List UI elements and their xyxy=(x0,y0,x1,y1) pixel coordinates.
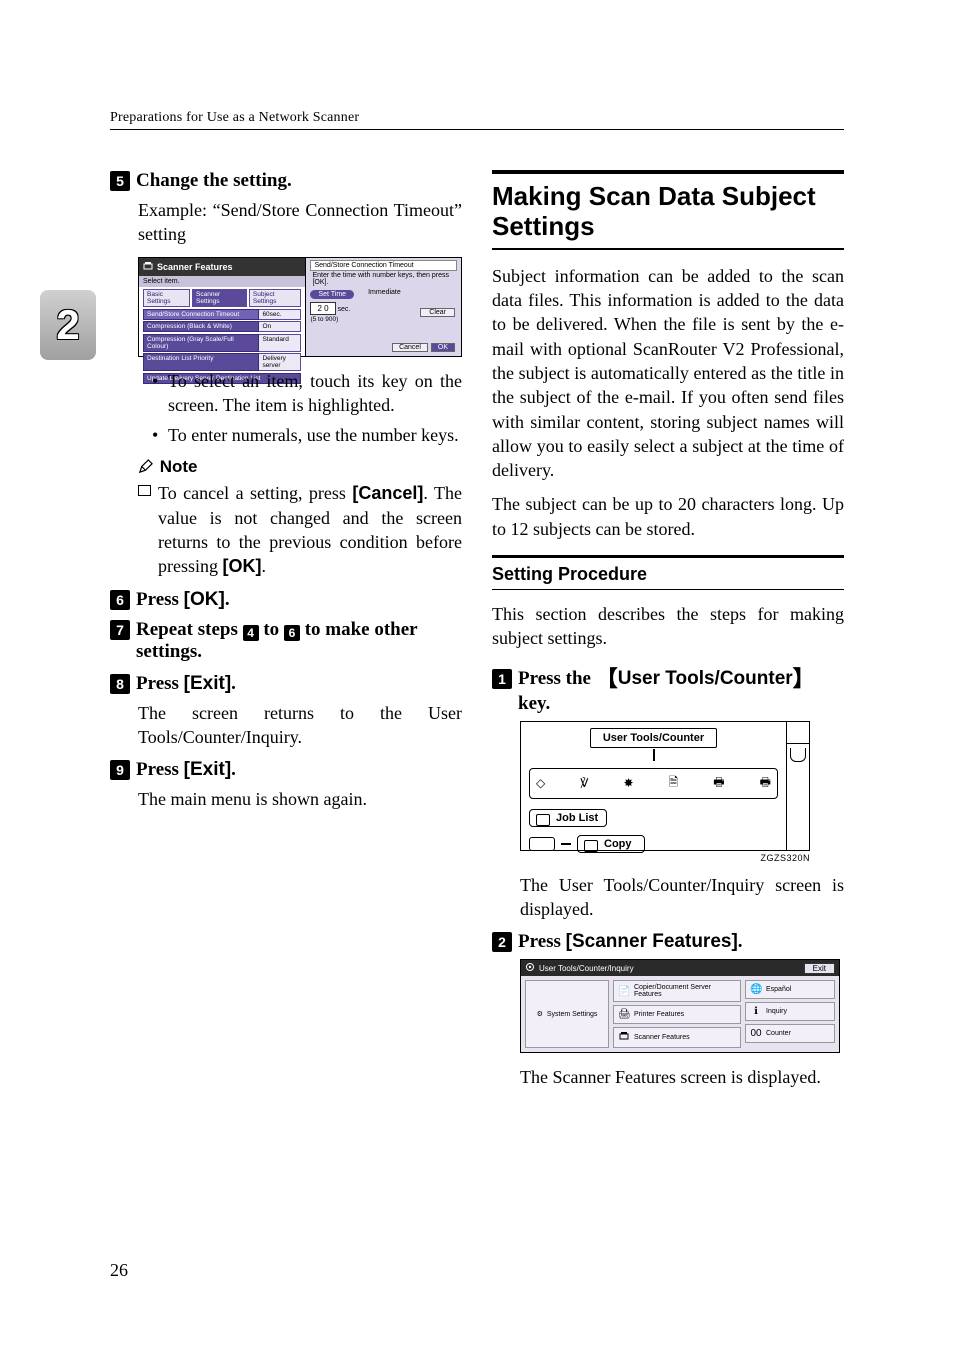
note-cancel: To cancel a setting, press [Cancel]. The… xyxy=(138,481,462,578)
step-7-badge: 7 xyxy=(110,620,130,640)
mode-icons-row: ◇ ℣ ✸ 🗎 🖶 🖶 xyxy=(529,768,778,799)
counter-icon: 00 xyxy=(750,1028,762,1039)
set-time-button[interactable]: Set Time xyxy=(310,290,354,299)
step-1-badge: 1 xyxy=(492,669,512,689)
pencil-icon xyxy=(138,459,153,474)
page-number: 26 xyxy=(110,1260,128,1281)
step-6-title: Press [OK]. xyxy=(136,589,230,611)
inquiry-button[interactable]: ℹ Inquiry xyxy=(745,1002,835,1021)
row-comp-gray[interactable]: Compression (Gray Scale/Full Colour) xyxy=(143,334,259,352)
step-8-body: The screen returns to the User Tools/Cou… xyxy=(138,701,462,750)
printer-feat-icon: 🖨 xyxy=(618,1009,630,1020)
step-9-title: Press [Exit]. xyxy=(136,759,236,781)
scanner-feat-icon xyxy=(618,1031,630,1044)
espanol-button[interactable]: 🌐 Español xyxy=(745,980,835,999)
printer-icon: 🖶 xyxy=(713,773,724,794)
operator-panel-figure: User Tools/Counter ◇ ℣ ✸ 🗎 🖶 🖶 Job List … xyxy=(520,721,810,851)
exit-button[interactable]: Exit xyxy=(804,963,835,974)
unit-label: sec. xyxy=(338,306,351,313)
step-2-title: Press [Scanner Features]. xyxy=(518,931,743,953)
shot-select-item: Select item. xyxy=(139,276,305,287)
step-2-badge: 2 xyxy=(492,932,512,952)
row-comp-bw-val: On xyxy=(259,321,301,332)
step-9-body: The main menu is shown again. xyxy=(138,787,462,811)
tab-subject-settings[interactable]: Subject Settings xyxy=(249,289,302,307)
right-column: Making Scan Data Subject Settings Subjec… xyxy=(492,170,844,1100)
note-bullet-icon xyxy=(138,485,151,496)
copier-icon: 📄 xyxy=(618,986,630,997)
left-column: 5 Change the setting. Example: “Send/Sto… xyxy=(110,170,462,1100)
scanner-icon xyxy=(143,261,153,273)
step-8-title: Press [Exit]. xyxy=(136,673,236,695)
chapter-tab: 2 xyxy=(40,290,96,360)
printer-features-button[interactable]: 🖨 Printer Features xyxy=(613,1005,741,1024)
globe-icon: 🌐 xyxy=(750,984,762,995)
system-settings-icon: ⚙ xyxy=(537,1010,543,1018)
step-5-example: Example: “Send/Store Connection Timeout”… xyxy=(138,198,462,247)
step-9-badge: 9 xyxy=(110,760,130,780)
step-1-title: Press the 【User Tools/Counter】 key. xyxy=(518,661,844,715)
job-list-key[interactable]: Job List xyxy=(529,809,607,827)
step-8-badge: 8 xyxy=(110,674,130,694)
row-comp-bw[interactable]: Compression (Black & White) xyxy=(143,321,259,332)
row-timeout[interactable]: Send/Store Connection Timeout xyxy=(143,309,259,320)
figure-caption-1: ZGZS320N xyxy=(520,853,810,863)
note-heading: Note xyxy=(138,457,462,477)
panel-heading: Send/Store Connection Timeout xyxy=(310,260,457,271)
clear-button[interactable]: Clear xyxy=(420,308,455,317)
tab-scanner-settings[interactable]: Scanner Settings xyxy=(192,289,247,307)
copy-key[interactable]: Copy xyxy=(577,835,645,853)
diamond-icon: ◇ xyxy=(536,776,545,790)
hard-key[interactable] xyxy=(529,837,555,851)
after-step-1: The User Tools/Counter/Inquiry screen is… xyxy=(520,873,844,922)
range-label: (5 to 900) xyxy=(310,316,457,323)
section-para-1: Subject information can be added to the … xyxy=(492,264,844,483)
energy-icon: ✸ xyxy=(624,776,634,790)
person-icon: ℣ xyxy=(580,776,588,790)
row-timeout-val: 60sec. xyxy=(259,309,301,320)
scanner-small-icon: 🖶 xyxy=(760,773,771,794)
bullet-enter-numerals: To enter numerals, use the number keys. xyxy=(152,423,462,447)
document-icon: 🗎 xyxy=(669,773,679,794)
scanner-features-button[interactable]: Scanner Features xyxy=(613,1027,741,1048)
immediate-label: Immediate xyxy=(368,289,401,296)
ok-button[interactable]: OK xyxy=(431,343,455,352)
user-tools-counter-inquiry-screenshot: User Tools/Counter/Inquiry Exit ⚙ System… xyxy=(520,959,840,1053)
user-tools-counter-key[interactable]: User Tools/Counter xyxy=(590,728,717,748)
timeout-input[interactable]: 2 0 xyxy=(310,302,335,315)
section-heading: Making Scan Data Subject Settings xyxy=(492,170,844,250)
cancel-button[interactable]: Cancel xyxy=(392,343,428,352)
scanner-features-screenshot: Scanner Features Select item. Basic Sett… xyxy=(138,257,462,357)
section-para-2: The subject can be up to 20 characters l… xyxy=(492,492,844,541)
gear-icon xyxy=(525,962,535,974)
copier-features-button[interactable]: 📄 Copier/Document Server Features xyxy=(613,980,741,1002)
bullet-select-item: To select an item, touch its key on the … xyxy=(152,369,462,418)
row-comp-gray-val: Standard xyxy=(259,334,301,352)
step-7-title: Repeat steps 4 to 6 to make other settin… xyxy=(136,619,462,663)
utci-title: User Tools/Counter/Inquiry xyxy=(539,964,634,973)
tab-basic-settings[interactable]: Basic Settings xyxy=(143,289,190,307)
counter-button[interactable]: 00 Counter xyxy=(745,1024,835,1043)
info-icon: ℹ xyxy=(750,1006,762,1017)
running-header: Preparations for Use as a Network Scanne… xyxy=(110,110,844,130)
subsection-heading: Setting Procedure xyxy=(492,555,844,590)
shot-title: Scanner Features xyxy=(157,262,233,272)
subsection-para: This section describes the steps for mak… xyxy=(492,602,844,651)
step-5-badge: 5 xyxy=(110,171,130,191)
step-5-title: Change the setting. xyxy=(136,170,292,192)
system-settings-button[interactable]: ⚙ System Settings xyxy=(525,980,609,1048)
step-6-badge: 6 xyxy=(110,590,130,610)
panel-instruction: Enter the time with number keys, then pr… xyxy=(310,271,457,287)
after-step-2: The Scanner Features screen is displayed… xyxy=(520,1065,844,1089)
